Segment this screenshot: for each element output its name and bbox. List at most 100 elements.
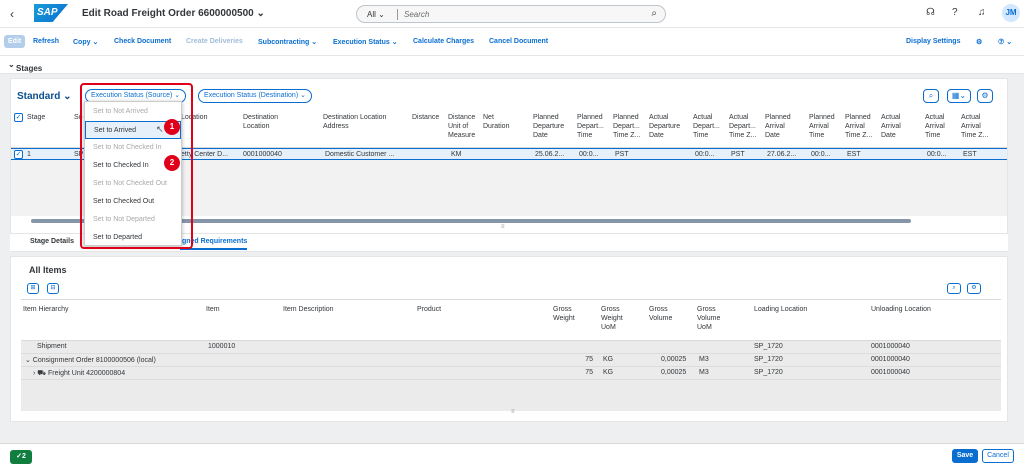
tab-stage-details[interactable]: Stage Details: [30, 238, 74, 245]
cell-volume-uom: M3: [699, 356, 709, 363]
create-deliveries-button[interactable]: Create Deliveries: [186, 38, 243, 45]
stages-section-header[interactable]: ⌄ Stages: [0, 56, 1024, 74]
object-toolbar: Edit Refresh Copy ⌄ Check Document Creat…: [0, 28, 1024, 56]
cell-hierarchy: ⌄ Consignment Order 8100000506 (local): [25, 357, 156, 364]
chevron-down-icon: ⌄: [256, 8, 265, 19]
search-field[interactable]: All ⌄ Search ⌕: [356, 5, 666, 23]
help-icon[interactable]: ?: [952, 7, 958, 18]
execution-status-button[interactable]: Execution Status ⌄: [333, 38, 398, 46]
cell-planned-dep-date: 25.06.2...: [535, 151, 565, 158]
mouse-cursor-icon: ↖: [156, 124, 164, 134]
col-planned-dep-tz[interactable]: Planned Depart... Time Z...: [613, 113, 647, 140]
execution-status-destination-button[interactable]: Execution Status (Destination) ⌄: [198, 89, 312, 103]
cell-destination-address: Domestic Customer ...: [325, 151, 395, 158]
search-scope-select[interactable]: All ⌄: [367, 10, 385, 19]
col-gross-weight-uom[interactable]: Gross Weight UoM: [601, 305, 633, 332]
search-input[interactable]: Search: [404, 10, 429, 19]
col-item-hierarchy[interactable]: Item Hierarchy: [23, 305, 69, 314]
cell-unloading: 0001000040: [871, 369, 910, 376]
expand-all-icon[interactable]: ⊞: [27, 283, 39, 294]
settings-icon[interactable]: ⚙: [967, 283, 981, 294]
col-net-duration[interactable]: Net Duration: [483, 113, 519, 131]
cell-hierarchy: Shipment: [37, 343, 67, 350]
table-row[interactable]: › ⛟ Freight Unit 4200000804 75 KG 0,0002…: [21, 367, 1001, 380]
cell-distance-uom: KM: [451, 151, 462, 158]
resize-grip-icon[interactable]: ≡: [501, 224, 505, 230]
cell-loading: SP_1720: [754, 343, 783, 350]
variant-selector[interactable]: Standard ⌄: [17, 91, 72, 102]
calculate-charges-button[interactable]: Calculate Charges: [413, 38, 474, 45]
col-product[interactable]: Product: [417, 305, 441, 314]
col-planned-dep-date[interactable]: Planned Departure Date: [533, 113, 571, 140]
table-row[interactable]: Shipment 1000010 SP_1720 0001000040: [21, 341, 1001, 354]
message-button[interactable]: ✓2: [10, 450, 32, 464]
step-badge-2: 2: [164, 155, 180, 171]
all-items-title: All Items: [29, 265, 67, 275]
items-table-body: Shipment 1000010 SP_1720 0001000040 ⌄ Co…: [21, 341, 1001, 415]
bell-icon[interactable]: ♫: [978, 7, 986, 18]
refresh-button[interactable]: Refresh: [33, 38, 59, 45]
search-icon[interactable]: ⌕: [651, 8, 657, 19]
sap-logo[interactable]: SAP: [34, 4, 68, 22]
copy-button[interactable]: Copy ⌄: [73, 38, 98, 46]
cell-volume: 0,00025: [661, 369, 687, 376]
help-menu-icon[interactable]: ⑦ ⌄: [998, 38, 1012, 46]
col-planned-arr-tz[interactable]: Planned Arrival Time Z...: [845, 113, 879, 140]
cell-planned-dep-time: 00:0...: [579, 151, 599, 158]
app-title[interactable]: Edit Road Freight Order 6600000500 ⌄: [82, 8, 265, 19]
col-distance-uom[interactable]: Distance Unit of Measure: [448, 113, 482, 140]
cell-volume: 0,00025: [661, 356, 687, 363]
col-actual-arr-tz[interactable]: Actual Arrival Time Z...: [961, 113, 997, 140]
cell-weight: 75: [585, 356, 593, 363]
col-destination-location[interactable]: Destination Location: [243, 113, 303, 131]
col-loading-location[interactable]: Loading Location: [754, 305, 807, 314]
col-planned-dep-time[interactable]: Planned Depart... Time: [577, 113, 609, 140]
col-stage[interactable]: Stage: [27, 113, 45, 122]
collapse-all-icon[interactable]: ⊟: [47, 283, 59, 294]
row-checkbox[interactable]: ✓: [14, 150, 23, 159]
search-icon[interactable]: ⌕: [947, 283, 961, 294]
col-gross-weight[interactable]: Gross Weight: [553, 305, 583, 323]
avatar[interactable]: JM: [1002, 4, 1020, 22]
cell-actual-arr-time: 00:0...: [927, 151, 947, 158]
col-gross-volume-uom[interactable]: Gross Volume UoM: [697, 305, 729, 332]
headset-icon[interactable]: ☊: [926, 7, 935, 18]
cell-destination-location: 0001000040: [243, 151, 282, 158]
cell-loading: SP_1720: [754, 369, 783, 376]
cell-weight-uom: KG: [603, 356, 614, 363]
col-destination-address[interactable]: Destination Location Address: [323, 113, 403, 131]
edit-button[interactable]: Edit: [4, 35, 26, 48]
col-actual-dep-tz[interactable]: Actual Depart... Time Z...: [729, 113, 763, 140]
export-icon[interactable]: ▦⌄: [947, 89, 971, 103]
cell-stage: 1: [27, 151, 31, 158]
cell-actual-dep-tz: PST: [731, 151, 745, 158]
col-planned-arr-date[interactable]: Planned Arrival Date: [765, 113, 799, 140]
display-settings-button[interactable]: Display Settings: [906, 38, 960, 45]
save-button[interactable]: Save: [952, 449, 978, 463]
col-planned-arr-time[interactable]: Planned Arrival Time: [809, 113, 841, 140]
cancel-document-button[interactable]: Cancel Document: [489, 38, 548, 45]
stages-title: ⌄ Stages: [8, 60, 43, 73]
settings-icon[interactable]: ⚙: [976, 38, 982, 46]
col-gross-volume[interactable]: Gross Volume: [649, 305, 681, 323]
cell-volume-uom: M3: [699, 369, 709, 376]
cell-planned-arr-date: 27.06.2...: [767, 151, 797, 158]
col-actual-arr-date[interactable]: Actual Arrival Date: [881, 113, 915, 140]
col-unloading-location[interactable]: Unloading Location: [871, 305, 931, 314]
cancel-button[interactable]: Cancel: [982, 449, 1014, 463]
col-distance[interactable]: Distance: [412, 113, 439, 122]
shell-bar: ‹ SAP Edit Road Freight Order 6600000500…: [0, 0, 1024, 28]
col-actual-arr-time[interactable]: Actual Arrival Time: [925, 113, 955, 140]
search-icon[interactable]: ⌕: [923, 89, 939, 103]
select-all-checkbox[interactable]: ✓: [14, 113, 23, 122]
col-actual-dep-time[interactable]: Actual Depart... Time: [693, 113, 725, 140]
subcontracting-button[interactable]: Subcontracting ⌄: [258, 38, 317, 46]
check-document-button[interactable]: Check Document: [114, 38, 171, 45]
table-row[interactable]: ⌄ Consignment Order 8100000506 (local) 7…: [21, 354, 1001, 367]
resize-grip-icon[interactable]: ≡: [511, 409, 515, 415]
col-item[interactable]: Item: [206, 305, 220, 314]
settings-icon[interactable]: ⚙: [977, 89, 993, 103]
col-actual-dep-date[interactable]: Actual Departure Date: [649, 113, 689, 140]
chevron-left-icon[interactable]: ‹: [10, 7, 14, 21]
col-item-description[interactable]: Item Description: [283, 305, 334, 314]
